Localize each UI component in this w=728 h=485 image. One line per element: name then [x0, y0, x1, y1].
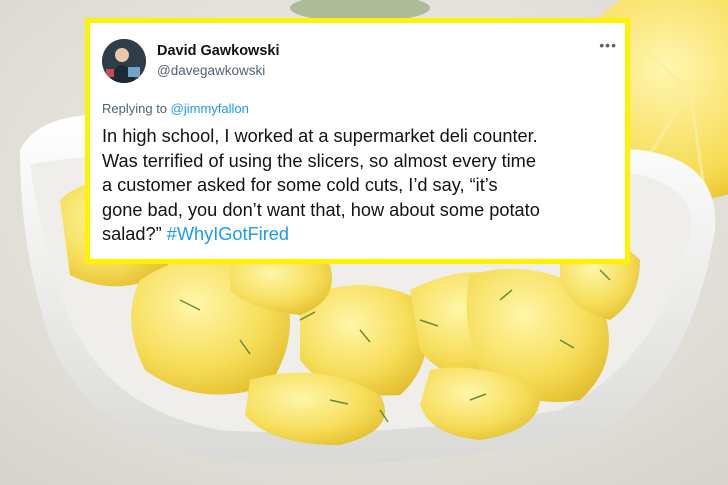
replying-to-label: Replying to	[102, 101, 171, 116]
tweet-text-line: salad?”	[102, 224, 162, 244]
tweet-text-line: a customer asked for some cold cuts, I’d…	[102, 175, 498, 195]
author-handle[interactable]: @davegawkowski	[157, 63, 265, 78]
tweet-text-line: gone bad, you don’t want that, how about…	[102, 199, 540, 220]
hashtag-link[interactable]: #WhyIGotFired	[167, 224, 289, 244]
tweet-text: In high school, I worked at a supermarke…	[102, 124, 627, 247]
tweet-text-line: In high school, I worked at a supermarke…	[102, 126, 538, 146]
author-name[interactable]: David Gawkowski	[157, 43, 280, 59]
avatar-image	[102, 39, 146, 83]
replying-to-handle[interactable]: @jimmyfallon	[171, 101, 249, 116]
tweet-text-line-last: salad?” #WhyIGotFired	[102, 222, 627, 247]
tweet-text-line: Was terrified of using the slicers, so a…	[102, 150, 536, 171]
avatar[interactable]	[102, 39, 146, 83]
replying-to-line: Replying to @jimmyfallon	[102, 101, 249, 116]
tweet-card[interactable]: David Gawkowski @davegawkowski ••• Reply…	[85, 18, 630, 264]
more-options-icon[interactable]: •••	[599, 37, 617, 53]
